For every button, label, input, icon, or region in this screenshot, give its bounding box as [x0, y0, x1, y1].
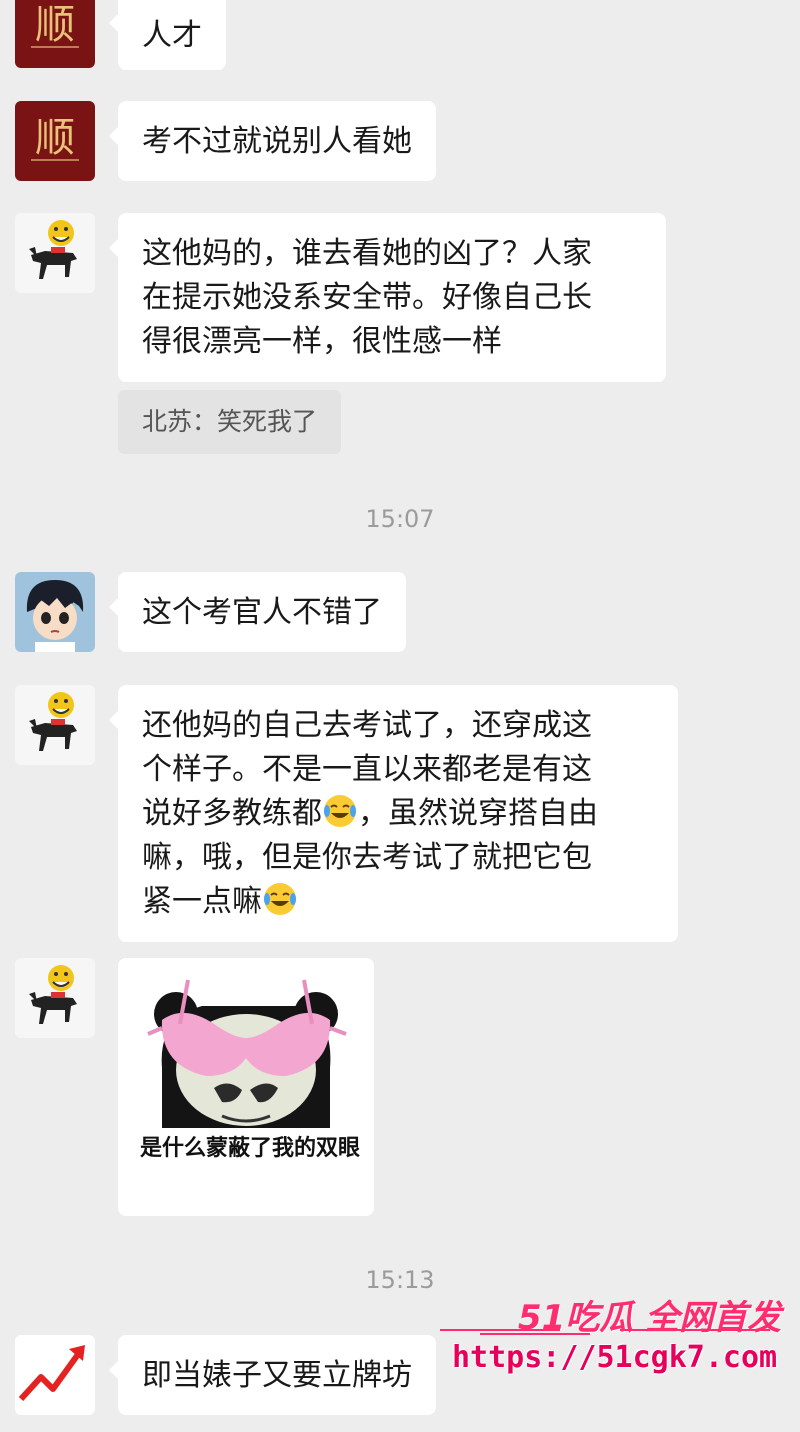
- tears-of-joy-emoji-icon: [264, 883, 296, 915]
- message-text: 人才: [142, 18, 202, 53]
- message-bubble[interactable]: 即当婊子又要立牌坊: [109, 1335, 436, 1415]
- message-bubble[interactable]: 还他妈的自己去考试了，还穿成这 个样子。不是一直以来都老是有这 说好多教练都 ，虽…: [109, 685, 678, 942]
- message-text-line: 紧一点嘛: [142, 880, 654, 924]
- quoted-reply[interactable]: 北苏：笑死我了: [118, 390, 342, 454]
- message-text: 考不过就说别人看她: [142, 124, 412, 159]
- shun-logo-avatar[interactable]: 顺: [15, 101, 95, 181]
- message-text-line: 得很漂亮一样，很性感一样: [142, 324, 502, 359]
- message-text: 这个考官人不错了: [142, 595, 382, 630]
- message-bubble[interactable]: 这他妈的，谁去看她的凶了？人家 在提示她没系安全带。好像自己长 得很漂亮一样，很…: [109, 213, 666, 382]
- anime-boy-avatar[interactable]: [15, 572, 95, 652]
- message-text-line: 在提示她没系安全带。好像自己长: [142, 280, 592, 315]
- panda-bra-meme-image: [118, 958, 374, 1134]
- message-text-line: 个样子。不是一直以来都老是有这: [142, 752, 592, 787]
- stock-chart-avatar[interactable]: [15, 1335, 95, 1415]
- sticker-caption: 是什么蒙蔽了我的双眼: [140, 1136, 361, 1161]
- message-bubble[interactable]: 人才: [109, 0, 226, 70]
- watermark: 51吃瓜 全网首发 https://51cgk7.com: [440, 1290, 781, 1390]
- watermark-url: https://51cgk7.com: [452, 1340, 778, 1375]
- message-text-line: 还他妈的自己去考试了，还穿成这: [142, 708, 592, 743]
- message-bubble[interactable]: 这个考官人不错了: [109, 572, 406, 652]
- donkey-emoji-avatar[interactable]: [15, 958, 95, 1038]
- tears-of-joy-emoji-icon: [324, 795, 356, 827]
- shun-logo-avatar[interactable]: 顺: [15, 0, 95, 68]
- message-bubble[interactable]: 考不过就说别人看她: [109, 101, 436, 181]
- donkey-emoji-avatar[interactable]: [15, 213, 95, 293]
- watermark-decoration: [440, 1329, 770, 1335]
- svg-text:顺: 顺: [35, 115, 75, 161]
- timestamp: 15:07: [365, 505, 435, 533]
- message-text: 即当婊子又要立牌坊: [142, 1358, 412, 1393]
- donkey-emoji-avatar[interactable]: [15, 685, 95, 765]
- message-text-line: 嘛，哦，但是你去考试了就把它包: [142, 840, 592, 875]
- svg-text:顺: 顺: [35, 2, 75, 48]
- panda-meme-sticker[interactable]: 是什么蒙蔽了我的双眼: [118, 958, 374, 1216]
- message-text-segment: 说好多教练都: [142, 796, 322, 831]
- message-text-line: 这他妈的，谁去看她的凶了？人家: [142, 236, 592, 271]
- message-text-line: 说好多教练都 ，虽然说穿搭自由: [142, 792, 654, 836]
- message-text-segment: ，虽然说穿搭自由: [358, 796, 598, 831]
- message-text-segment: 紧一点嘛: [142, 884, 262, 919]
